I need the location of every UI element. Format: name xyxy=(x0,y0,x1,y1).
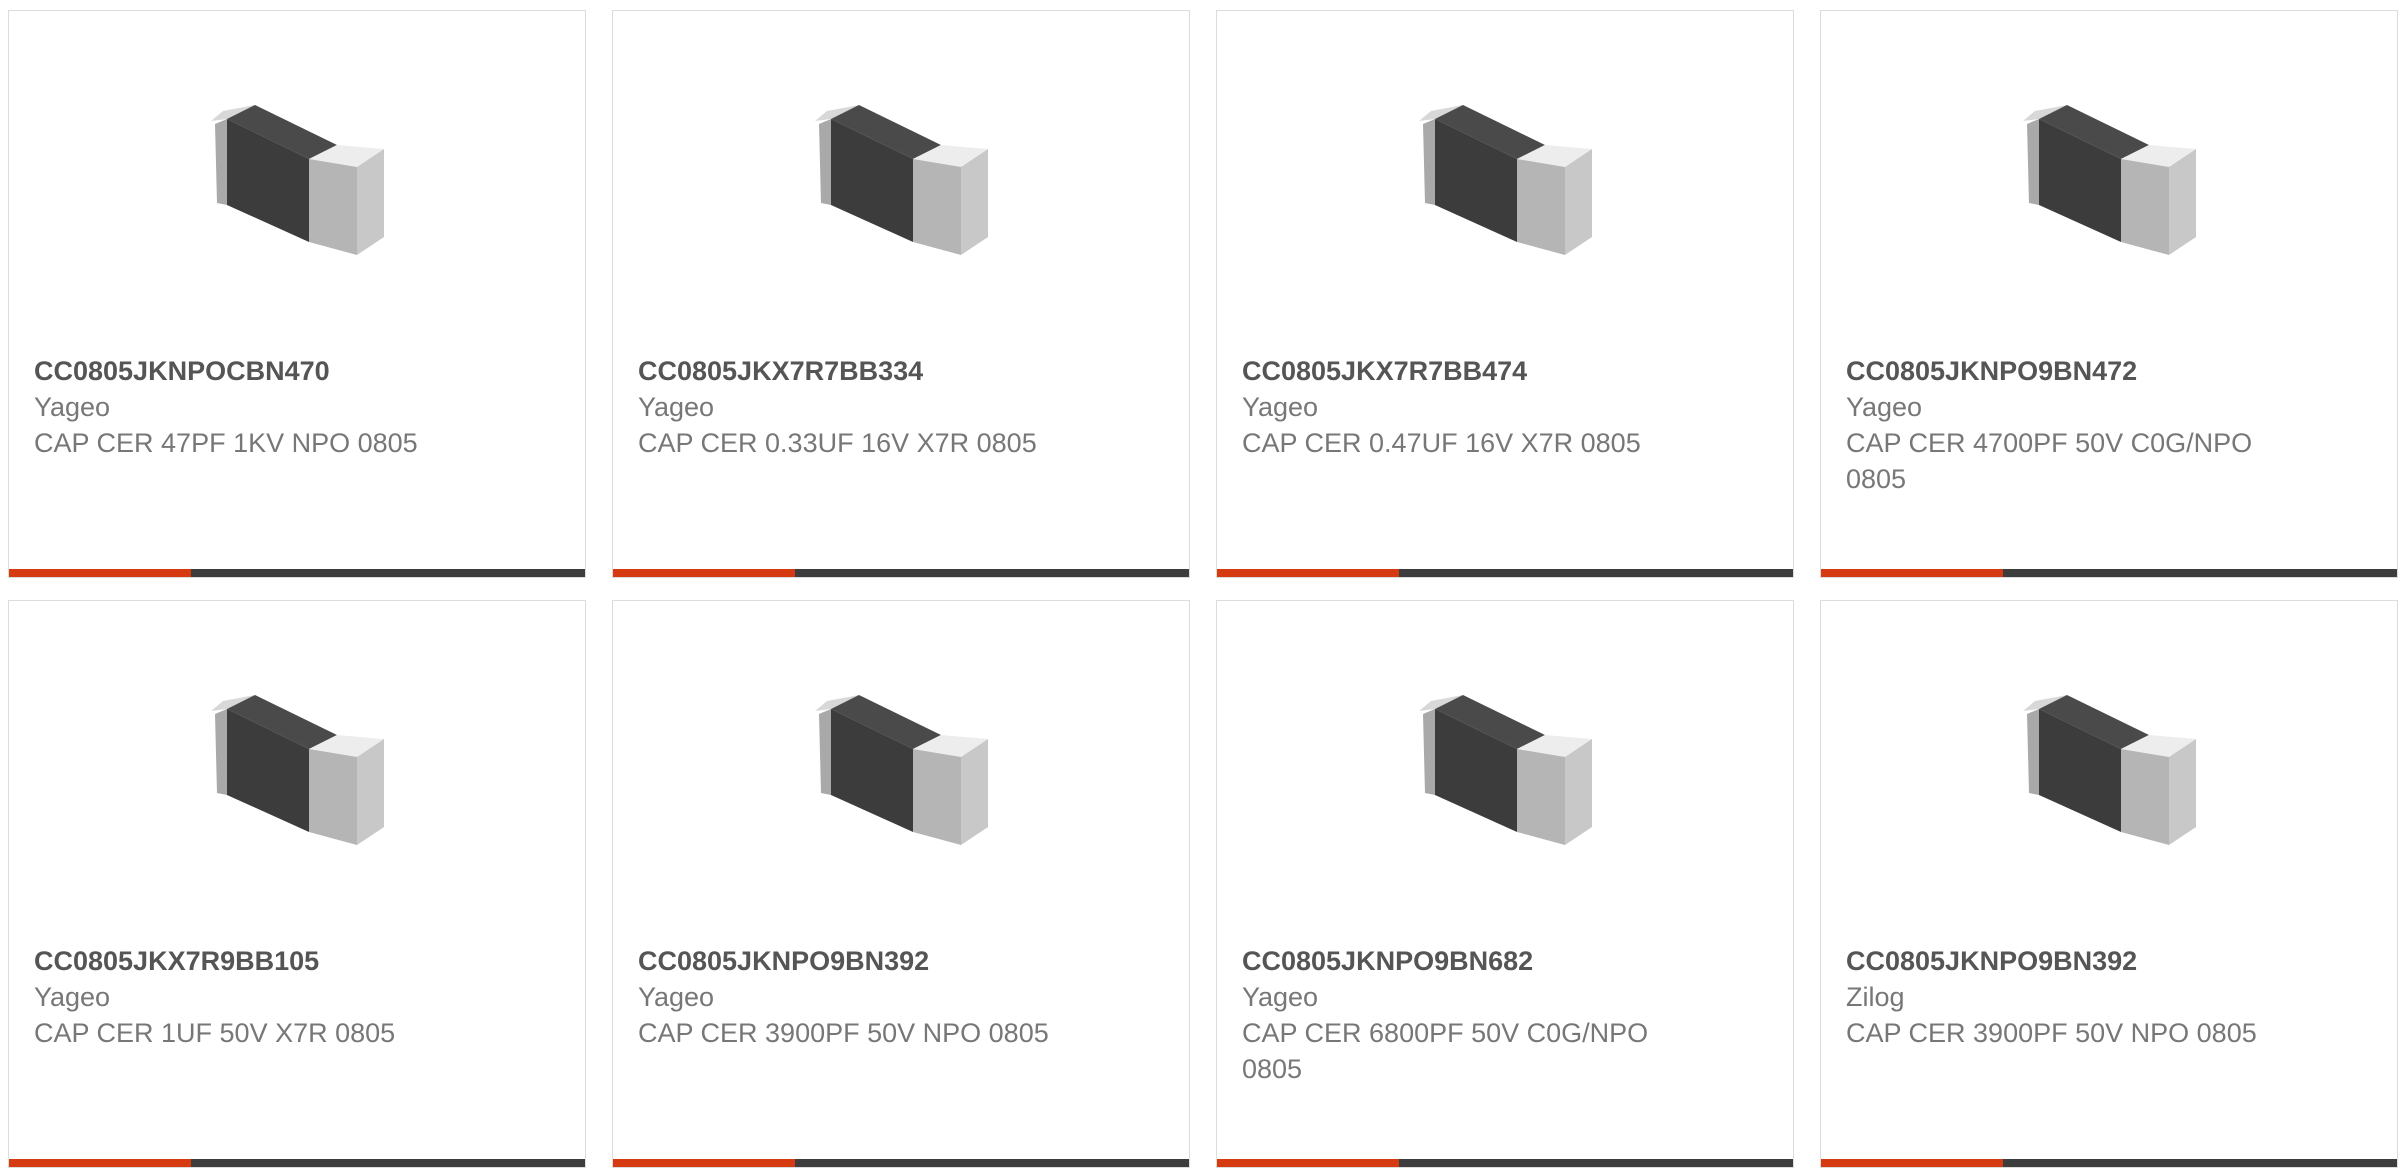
card-footer-bar xyxy=(1821,569,2397,577)
product-info: CC0805JKNPO9BN392 Yageo CAP CER 3900PF 5… xyxy=(638,943,1098,1051)
product-description: CAP CER 3900PF 50V NPO 0805 xyxy=(1846,1018,2257,1048)
product-card[interactable]: CC0805JKNPO9BN472 Yageo CAP CER 4700PF 5… xyxy=(1820,10,2398,578)
smd-capacitor-image xyxy=(801,667,1001,867)
part-number[interactable]: CC0805JKX7R7BB334 xyxy=(638,353,1098,389)
product-description: CAP CER 3900PF 50V NPO 0805 xyxy=(638,1018,1049,1048)
card-footer-bar xyxy=(1217,1159,1793,1167)
product-card[interactable]: CC0805JKX7R7BB334 Yageo CAP CER 0.33UF 1… xyxy=(612,10,1190,578)
card-accent-bar xyxy=(1821,569,2003,577)
product-info: CC0805JKX7R9BB105 Yageo CAP CER 1UF 50V … xyxy=(34,943,494,1051)
card-footer-bar xyxy=(613,569,1189,577)
card-accent-bar xyxy=(9,569,191,577)
product-info: CC0805JKX7R7BB474 Yageo CAP CER 0.47UF 1… xyxy=(1242,353,1702,461)
smd-capacitor-image xyxy=(1405,77,1605,277)
product-image[interactable] xyxy=(801,77,1001,277)
manufacturer: Yageo xyxy=(638,392,715,422)
smd-capacitor-image xyxy=(197,77,397,277)
product-info: CC0805JKX7R7BB334 Yageo CAP CER 0.33UF 1… xyxy=(638,353,1098,461)
part-number[interactable]: CC0805JKNPO9BN682 xyxy=(1242,943,1702,979)
product-info: CC0805JKNPO9BN682 Yageo CAP CER 6800PF 5… xyxy=(1242,943,1702,1087)
product-image[interactable] xyxy=(801,667,1001,867)
manufacturer: Yageo xyxy=(638,982,715,1012)
product-description: CAP CER 0.33UF 16V X7R 0805 xyxy=(638,428,1037,458)
manufacturer: Zilog xyxy=(1846,982,1905,1012)
product-image[interactable] xyxy=(1405,77,1605,277)
product-image[interactable] xyxy=(197,667,397,867)
part-number[interactable]: CC0805JKNPOCBN470 xyxy=(34,353,494,389)
product-description: CAP CER 6800PF 50V C0G/NPO 0805 xyxy=(1242,1018,1649,1084)
product-description: CAP CER 47PF 1KV NPO 0805 xyxy=(34,428,418,458)
manufacturer: Yageo xyxy=(1242,392,1319,422)
product-image[interactable] xyxy=(2009,667,2209,867)
product-description: CAP CER 1UF 50V X7R 0805 xyxy=(34,1018,396,1048)
part-number[interactable]: CC0805JKX7R9BB105 xyxy=(34,943,494,979)
card-accent-bar xyxy=(9,1159,191,1167)
product-grid: CC0805JKNPOCBN470 Yageo CAP CER 47PF 1KV… xyxy=(8,10,2398,1168)
part-number[interactable]: CC0805JKNPO9BN472 xyxy=(1846,353,2306,389)
smd-capacitor-image xyxy=(801,77,1001,277)
card-accent-bar xyxy=(1217,1159,1399,1167)
product-info: CC0805JKNPO9BN472 Yageo CAP CER 4700PF 5… xyxy=(1846,353,2306,497)
manufacturer: Yageo xyxy=(34,392,111,422)
card-accent-bar xyxy=(613,569,795,577)
part-number[interactable]: CC0805JKNPO9BN392 xyxy=(1846,943,2306,979)
manufacturer: Yageo xyxy=(1846,392,1923,422)
card-footer-bar xyxy=(9,569,585,577)
smd-capacitor-image xyxy=(2009,667,2209,867)
part-number[interactable]: CC0805JKX7R7BB474 xyxy=(1242,353,1702,389)
manufacturer: Yageo xyxy=(34,982,111,1012)
smd-capacitor-image xyxy=(2009,77,2209,277)
smd-capacitor-image xyxy=(1405,667,1605,867)
product-image[interactable] xyxy=(1405,667,1605,867)
product-card[interactable]: CC0805JKNPO9BN682 Yageo CAP CER 6800PF 5… xyxy=(1216,600,1794,1168)
product-image[interactable] xyxy=(197,77,397,277)
product-card[interactable]: CC0805JKX7R7BB474 Yageo CAP CER 0.47UF 1… xyxy=(1216,10,1794,578)
card-footer-bar xyxy=(1821,1159,2397,1167)
card-footer-bar xyxy=(9,1159,585,1167)
product-info: CC0805JKNPOCBN470 Yageo CAP CER 47PF 1KV… xyxy=(34,353,494,461)
product-image[interactable] xyxy=(2009,77,2209,277)
card-footer-bar xyxy=(1217,569,1793,577)
card-accent-bar xyxy=(1217,569,1399,577)
product-card[interactable]: CC0805JKNPO9BN392 Zilog CAP CER 3900PF 5… xyxy=(1820,600,2398,1168)
card-accent-bar xyxy=(613,1159,795,1167)
part-number[interactable]: CC0805JKNPO9BN392 xyxy=(638,943,1098,979)
product-description: CAP CER 4700PF 50V C0G/NPO 0805 xyxy=(1846,428,2253,494)
product-card[interactable]: CC0805JKX7R9BB105 Yageo CAP CER 1UF 50V … xyxy=(8,600,586,1168)
card-accent-bar xyxy=(1821,1159,2003,1167)
product-card[interactable]: CC0805JKNPO9BN392 Yageo CAP CER 3900PF 5… xyxy=(612,600,1190,1168)
card-footer-bar xyxy=(613,1159,1189,1167)
manufacturer: Yageo xyxy=(1242,982,1319,1012)
smd-capacitor-image xyxy=(197,667,397,867)
product-description: CAP CER 0.47UF 16V X7R 0805 xyxy=(1242,428,1641,458)
product-info: CC0805JKNPO9BN392 Zilog CAP CER 3900PF 5… xyxy=(1846,943,2306,1051)
product-card[interactable]: CC0805JKNPOCBN470 Yageo CAP CER 47PF 1KV… xyxy=(8,10,586,578)
